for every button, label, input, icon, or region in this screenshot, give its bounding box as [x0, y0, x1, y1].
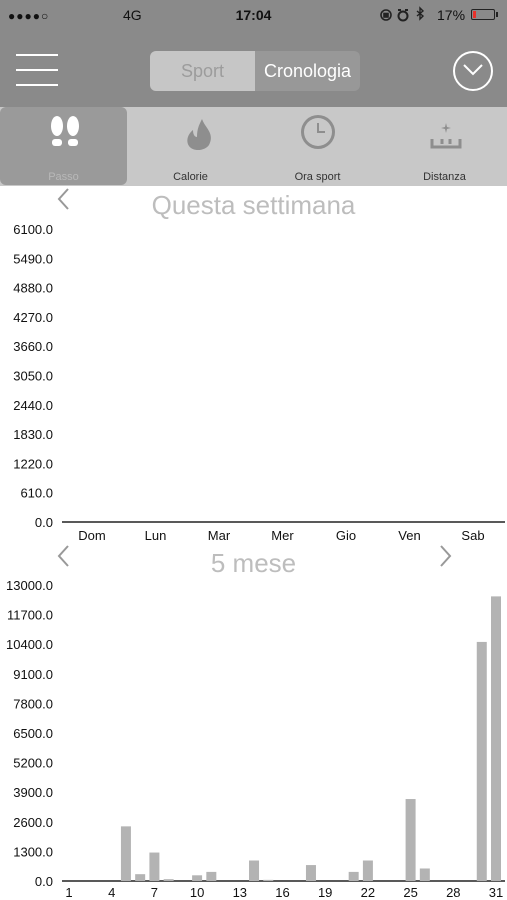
- y-tick-label: 3050.0: [13, 369, 53, 384]
- hamburger-icon: [16, 54, 58, 56]
- y-tick-label: 9100.0: [13, 667, 53, 682]
- tab-calorie[interactable]: Calorie: [127, 107, 254, 185]
- x-tick-label: Dom: [78, 528, 105, 543]
- tab-distanza[interactable]: Distanza: [381, 107, 507, 185]
- footsteps-icon: [51, 116, 79, 146]
- y-tick-label: 4270.0: [13, 310, 53, 325]
- tab-label: Distanza: [423, 171, 466, 183]
- bar: [192, 875, 203, 881]
- x-tick-label: Mar: [208, 528, 231, 543]
- x-tick-label: 22: [361, 885, 375, 900]
- bluetooth-icon: [416, 6, 425, 21]
- x-tick-label: 25: [403, 885, 417, 900]
- x-tick-label: Mer: [271, 528, 294, 543]
- x-tick-label: Ven: [398, 528, 420, 543]
- x-tick-label: 1: [65, 885, 72, 900]
- y-tick-label: 610.0: [20, 486, 53, 501]
- bar: [120, 826, 131, 881]
- view-segment-control: Sport Cronologia: [150, 51, 360, 91]
- bar: [206, 871, 217, 881]
- dropdown-button[interactable]: [453, 51, 493, 91]
- monthly-steps-chart: 0.0 1300.0 2600.0 3900.0 5200.0 6500.0 7800.0 9…: [6, 578, 505, 900]
- battery-percent: 17%: [437, 7, 466, 23]
- weekly-chart-title: Questa settimana: [151, 190, 356, 220]
- alarm-icon: [397, 9, 409, 22]
- x-tick-label: 28: [446, 885, 460, 900]
- y-tick-label: 3660.0: [13, 339, 53, 354]
- y-tick-label: 1300.0: [13, 844, 53, 859]
- x-tick-label: Gio: [336, 528, 356, 543]
- menu-button[interactable]: [16, 54, 58, 88]
- x-tick-label: 16: [275, 885, 289, 900]
- chevron-down-icon: [463, 64, 483, 76]
- bar: [362, 860, 373, 881]
- y-tick-label: 6100.0: [13, 222, 53, 237]
- x-tick-label: 4: [108, 885, 115, 900]
- y-tick-label: 5490.0: [13, 251, 53, 266]
- bar: [135, 874, 146, 881]
- y-tick-label: 2440.0: [13, 398, 53, 413]
- y-tick-label: 5200.0: [13, 756, 53, 771]
- y-tick-label: 6500.0: [13, 726, 53, 741]
- bar: [263, 879, 274, 881]
- y-tick-label: 13000.0: [6, 578, 53, 593]
- y-tick-label: 0.0: [35, 515, 53, 530]
- x-tick-label: 19: [318, 885, 332, 900]
- metric-tab-bar: Passo Calorie Ora sport Distanza: [0, 107, 507, 186]
- y-tick-label: 11700.0: [7, 608, 53, 623]
- bar: [163, 879, 174, 881]
- flame-icon: [187, 119, 211, 151]
- bar: [149, 852, 160, 881]
- tab-passo[interactable]: Passo: [0, 107, 127, 185]
- y-tick-label: 1830.0: [13, 427, 53, 442]
- y-tick-label: 0.0: [35, 874, 53, 889]
- x-tick-label: 7: [151, 885, 158, 900]
- bar: [305, 865, 316, 881]
- y-tick-label: 2600.0: [13, 815, 53, 830]
- tab-label: Ora sport: [294, 171, 341, 183]
- tab-ora-sport[interactable]: Ora sport: [254, 107, 381, 185]
- tab-label: Passo: [48, 171, 79, 183]
- bar: [491, 596, 501, 881]
- bar: [405, 799, 416, 881]
- y-tick-label: 3900.0: [13, 785, 53, 800]
- bar: [419, 868, 430, 881]
- x-tick-label: 10: [190, 885, 204, 900]
- y-tick-label: 10400.0: [6, 637, 53, 652]
- bar: [348, 871, 359, 881]
- segment-sport[interactable]: Sport: [150, 51, 255, 91]
- x-tick-label: Sab: [461, 528, 484, 543]
- tab-label: Calorie: [173, 171, 208, 183]
- bar: [476, 641, 487, 881]
- nav-bar: Sport Cronologia: [0, 34, 507, 107]
- y-tick-label: 7800.0: [13, 696, 53, 711]
- status-bar: ●●●●○ 4G 17:04 17%: [0, 0, 507, 34]
- battery-icon: [471, 9, 498, 20]
- rotation-lock-icon: [380, 9, 392, 21]
- distance-icon: [430, 123, 462, 149]
- status-icons: [379, 6, 431, 27]
- y-tick-label: 1220.0: [13, 456, 53, 471]
- segment-cronologia[interactable]: Cronologia: [255, 51, 360, 91]
- y-tick-label: 4880.0: [13, 281, 53, 296]
- weekly-steps-chart: 0.0 610.0 1220.0 1830.0 2440.0 3050.0 3660.0 42…: [13, 222, 505, 543]
- clock-icon: [301, 115, 335, 149]
- x-tick-label: 31: [489, 885, 503, 900]
- x-tick-label: 13: [233, 885, 247, 900]
- bar: [249, 860, 260, 881]
- x-tick-label: Lun: [145, 528, 167, 543]
